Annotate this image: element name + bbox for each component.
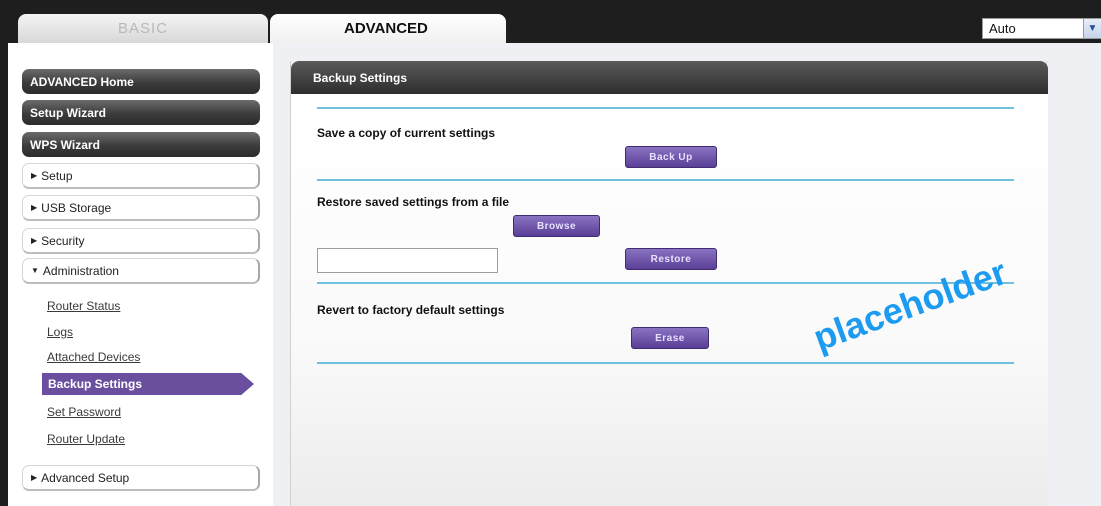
divider — [317, 107, 1014, 109]
back-up-button[interactable]: Back Up — [625, 146, 717, 168]
sidebar: ADVANCED Home Setup Wizard WPS Wizard ▶ … — [8, 43, 273, 506]
erase-button[interactable]: Erase — [631, 327, 709, 349]
triangle-right-icon: ▶ — [31, 236, 38, 245]
language-select-value: Auto — [989, 21, 1016, 36]
sidebar-subitem-backup-settings[interactable]: Backup Settings — [42, 373, 254, 395]
sidebar-item-usb-storage[interactable]: ▶ USB Storage — [22, 195, 260, 221]
tab-basic[interactable]: BASIC — [18, 14, 268, 43]
sidebar-subitem-logs[interactable]: Logs — [47, 325, 73, 339]
restore-file-input[interactable] — [317, 248, 498, 273]
sidebar-subitem-attached-devices[interactable]: Attached Devices — [47, 350, 140, 364]
triangle-right-icon: ▶ — [31, 203, 38, 212]
sidebar-item-label: Administration — [42, 263, 119, 278]
triangle-down-icon: ▼ — [31, 266, 39, 275]
sidebar-item-setup[interactable]: ▶ Setup — [22, 163, 260, 189]
restore-settings-label: Restore saved settings from a file — [317, 195, 510, 209]
sidebar-advanced-home-button[interactable]: ADVANCED Home — [22, 69, 260, 94]
sidebar-item-label: USB Storage — [41, 200, 112, 215]
tab-advanced[interactable]: ADVANCED — [270, 14, 506, 43]
sidebar-item-label: Security — [41, 233, 85, 248]
language-select[interactable]: Auto ▼ — [982, 18, 1101, 39]
sidebar-item-security[interactable]: ▶ Security — [22, 228, 260, 254]
revert-factory-label: Revert to factory default settings — [317, 303, 505, 317]
restore-button[interactable]: Restore — [625, 248, 717, 270]
save-settings-label: Save a copy of current settings — [317, 126, 496, 140]
sidebar-item-administration[interactable]: ▼ Administration — [22, 258, 260, 284]
sidebar-subitem-router-status[interactable]: Router Status — [47, 299, 120, 313]
sidebar-subitem-set-password[interactable]: Set Password — [47, 405, 121, 419]
triangle-right-icon: ▶ — [31, 171, 38, 180]
sidebar-setup-wizard-button[interactable]: Setup Wizard — [22, 100, 260, 125]
sidebar-item-label: Setup — [41, 168, 73, 183]
triangle-right-icon: ▶ — [31, 473, 38, 482]
sidebar-item-label: Advanced Setup — [41, 470, 130, 485]
sidebar-wps-wizard-button[interactable]: WPS Wizard — [22, 132, 260, 157]
browse-button[interactable]: Browse — [513, 215, 600, 237]
chevron-down-icon[interactable]: ▼ — [1083, 19, 1101, 38]
divider — [317, 179, 1014, 181]
panel-title: Backup Settings — [291, 61, 1048, 94]
divider — [317, 362, 1014, 364]
sidebar-subitem-router-update[interactable]: Router Update — [47, 432, 125, 446]
top-tab-bar: BASIC ADVANCED Auto ▼ — [8, 0, 1101, 43]
sidebar-item-advanced-setup[interactable]: ▶ Advanced Setup — [22, 465, 260, 491]
